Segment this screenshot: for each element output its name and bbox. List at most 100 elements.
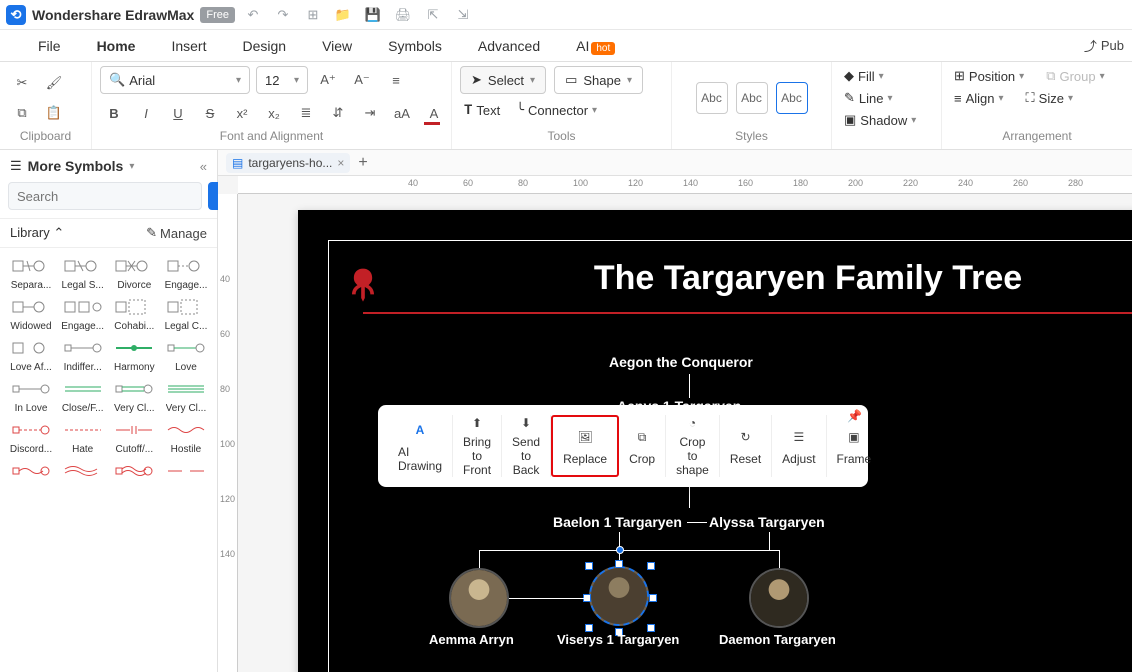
import-icon[interactable]: ⇲ [451, 3, 475, 27]
export-icon[interactable]: ⇱ [421, 3, 445, 27]
italic-icon[interactable]: I [132, 100, 160, 126]
font-size-select[interactable]: 12▾ [256, 66, 308, 94]
close-tab-icon[interactable]: × [337, 156, 344, 170]
symbol-icon[interactable] [164, 254, 208, 278]
case-icon[interactable]: aA [388, 100, 416, 126]
style-preset-1[interactable]: Abc [696, 82, 728, 114]
paste-icon[interactable]: 📋 [40, 100, 68, 126]
ctx-reset[interactable]: ↻Reset [720, 415, 772, 477]
tree-node[interactable]: Daemon Targaryen [719, 632, 836, 647]
font-select[interactable]: 🔍 Arial▾ [100, 66, 250, 94]
undo-icon[interactable]: ↶ [241, 3, 265, 27]
symbol-icon[interactable] [9, 254, 53, 278]
text-tool[interactable]: 𝐓 Text [460, 100, 504, 120]
avatar-selected[interactable] [589, 566, 649, 626]
symbol-icon[interactable] [112, 295, 156, 319]
line-button[interactable]: ✎ Line ▾ [840, 88, 897, 108]
menu-design[interactable]: Design [224, 32, 304, 60]
collapse-icon[interactable]: « [200, 159, 207, 174]
superscript-icon[interactable]: x² [228, 100, 256, 126]
align-button[interactable]: ≡ Align▾ [950, 88, 1008, 108]
print-icon[interactable]: 🖨 [391, 3, 415, 27]
size-button[interactable]: ⛶ Size▾ [1022, 88, 1077, 108]
ctx-crop-shape[interactable]: ◔Crop to shape [666, 415, 720, 477]
canvas-area[interactable]: ▤ targaryens-ho... × + 40608010012014016… [218, 150, 1132, 672]
ctx-ai-drawing[interactable]: AAI Drawing [388, 415, 453, 477]
ctx-adjust[interactable]: ☰Adjust [772, 415, 826, 477]
ctx-bring-front[interactable]: ⬆Bring to Front [453, 415, 502, 477]
manage-button[interactable]: ✎ Manage [146, 225, 207, 241]
symbol-icon[interactable] [61, 418, 105, 442]
symbol-icon[interactable] [112, 418, 156, 442]
bullets-icon[interactable]: ≣ [292, 100, 320, 126]
pin-icon[interactable]: 📌 [847, 409, 862, 423]
hamburger-icon[interactable]: ☰ [10, 158, 22, 174]
publish-button[interactable]: ⤴ Pub [1084, 36, 1124, 55]
ctx-crop[interactable]: ⧉Crop [619, 415, 666, 477]
tree-node[interactable]: Baelon 1 Targaryen [553, 514, 682, 530]
tree-node[interactable]: Aemma Arryn [429, 632, 514, 647]
menu-symbols[interactable]: Symbols [370, 32, 460, 60]
tree-node[interactable]: Aegon the Conqueror [609, 354, 753, 370]
symbol-icon[interactable] [9, 295, 53, 319]
shadow-button[interactable]: ▣ Shadow ▾ [840, 110, 920, 130]
avatar[interactable] [749, 568, 809, 628]
symbol-icon[interactable] [9, 459, 53, 483]
connector-tool[interactable]: ╰ Connector ▾ [512, 100, 601, 120]
avatar[interactable] [449, 568, 509, 628]
symbol-icon[interactable] [164, 459, 208, 483]
strike-icon[interactable]: S [196, 100, 224, 126]
symbol-icon[interactable] [164, 377, 208, 401]
symbol-icon[interactable] [61, 295, 105, 319]
decrease-font-icon[interactable]: A⁻ [348, 67, 376, 93]
symbol-icon[interactable] [9, 418, 53, 442]
position-button[interactable]: ⊞ Position▾ [950, 66, 1028, 86]
style-preset-3[interactable]: Abc [776, 82, 808, 114]
menu-ai[interactable]: AIhot [558, 32, 633, 60]
redo-icon[interactable]: ↷ [271, 3, 295, 27]
symbol-icon[interactable] [112, 336, 156, 360]
brush-icon[interactable]: 🖌 [40, 70, 68, 96]
subscript-icon[interactable]: x₂ [260, 100, 288, 126]
align-icon[interactable]: ≡ [382, 67, 410, 93]
menu-view[interactable]: View [304, 32, 370, 60]
indent-icon[interactable]: ⇥ [356, 100, 384, 126]
library-label[interactable]: Library ⌃ [10, 225, 64, 241]
new-icon[interactable]: ⊞ [301, 3, 325, 27]
open-icon[interactable]: 📁 [331, 3, 355, 27]
underline-icon[interactable]: U [164, 100, 192, 126]
font-color-icon[interactable]: A [420, 100, 448, 126]
spacing-icon[interactable]: ⇵ [324, 100, 352, 126]
symbol-icon[interactable] [164, 418, 208, 442]
save-icon[interactable]: 💾 [361, 3, 385, 27]
menu-insert[interactable]: Insert [153, 32, 224, 60]
cut-icon[interactable]: ✂ [8, 70, 36, 96]
menu-file[interactable]: File [20, 32, 79, 60]
increase-font-icon[interactable]: A⁺ [314, 67, 342, 93]
symbol-icon[interactable] [112, 377, 156, 401]
symbol-icon[interactable] [164, 295, 208, 319]
ctx-replace[interactable]: 🖼Replace [551, 415, 619, 477]
symbol-icon[interactable] [61, 254, 105, 278]
tree-node[interactable]: Alyssa Targaryen [709, 514, 825, 530]
select-tool[interactable]: ➤ Select ▾ [460, 66, 546, 94]
copy-icon[interactable]: ⧉ [8, 100, 36, 126]
fill-button[interactable]: ◆ Fill ▾ [840, 66, 888, 86]
symbol-icon[interactable] [112, 254, 156, 278]
style-preset-2[interactable]: Abc [736, 82, 768, 114]
shape-tool[interactable]: ▭ Shape ▾ [554, 66, 643, 94]
group-button[interactable]: ⧉ Group▾ [1042, 66, 1108, 86]
tree-node[interactable]: Viserys 1 Targaryen [557, 632, 679, 647]
document-tab[interactable]: ▤ targaryens-ho... × [226, 153, 350, 173]
ctx-send-back[interactable]: ⬇Send to Back [502, 415, 551, 477]
symbol-icon[interactable] [61, 459, 105, 483]
menu-home[interactable]: Home [79, 32, 154, 60]
symbol-icon[interactable] [9, 377, 53, 401]
add-tab-icon[interactable]: + [358, 154, 367, 172]
menu-advanced[interactable]: Advanced [460, 32, 558, 60]
symbol-icon[interactable] [164, 336, 208, 360]
symbol-icon[interactable] [61, 377, 105, 401]
symbol-icon[interactable] [61, 336, 105, 360]
search-input[interactable] [8, 182, 202, 210]
bold-icon[interactable]: B [100, 100, 128, 126]
